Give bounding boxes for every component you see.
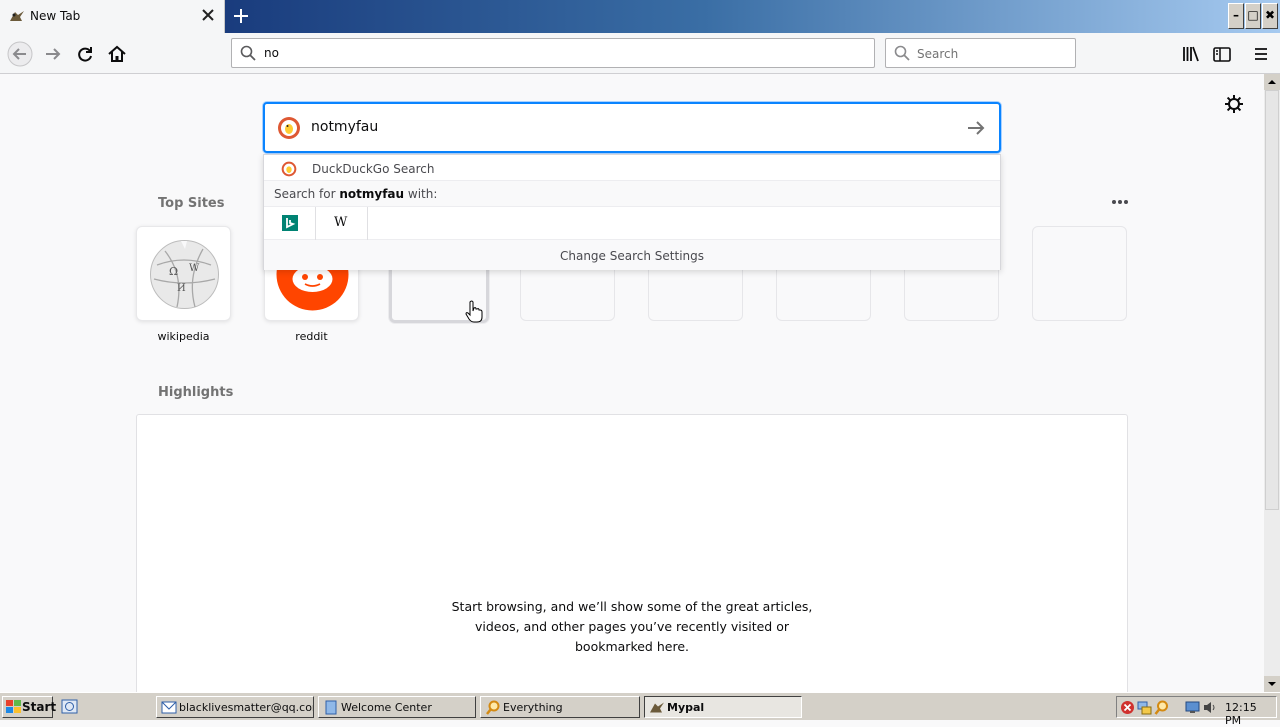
new-tab-page: Top Sites Ω W И wikipedia reddit notmyfa [0,74,1264,704]
taskbar-item-email[interactable]: blacklivesmatter@qq.com [156,696,314,718]
forward-icon[interactable] [40,41,66,67]
new-tab-button[interactable] [230,5,252,27]
menu-icon[interactable] [1248,41,1274,67]
gear-icon[interactable] [1224,94,1244,114]
title-bar: New Tab – □ ✖ [0,0,1280,33]
top-sites-title: Top Sites [158,196,225,211]
change-search-settings-label: Change Search Settings [559,249,705,263]
taskbar-item-mypal[interactable]: Mypal [644,696,802,718]
bing-engine-button[interactable] [264,207,316,240]
top-site-wikipedia[interactable]: Ω W И [136,226,231,321]
security-alert-icon[interactable] [1120,700,1135,715]
new-tab-search-input[interactable]: notmyfau [263,102,1001,153]
scroll-thumb[interactable] [1265,90,1279,510]
search-for-row: Search for notmyfau with: [264,181,1000,207]
duckduckgo-icon [278,117,300,139]
start-label: Start [22,700,57,714]
back-icon[interactable] [7,41,33,67]
search-tray-icon[interactable] [1154,700,1169,715]
reload-icon[interactable] [72,41,98,67]
close-window-button[interactable]: ✖ [1262,3,1278,29]
top-site-label: wikipedia [157,330,210,343]
scroll-down-arrow[interactable] [1264,676,1280,692]
suggestion-duckduckgo[interactable]: DuckDuckGo Search [264,155,1000,181]
svg-text:W: W [189,263,200,274]
taskbar: Start blacklivesmatter@qq.com Welcome Ce… [0,692,1280,727]
minimize-button[interactable]: – [1228,3,1244,29]
taskbar-item-everything[interactable]: Everything [480,696,640,718]
mypal-icon [10,11,24,21]
mypal-icon [650,702,664,713]
wikipedia-logo-icon: Ω W И [150,240,219,309]
windows-logo-icon [6,700,21,713]
scroll-up-arrow[interactable] [1264,74,1280,90]
search-for-text: Search for notmyfau with: [274,187,438,201]
system-tray: 12:15 PM [1116,696,1277,727]
go-arrow-icon[interactable] [965,118,987,138]
address-bar[interactable]: no [231,38,875,68]
search-bar-placeholder: Search [917,47,959,61]
change-search-settings-button[interactable]: Change Search Settings [264,240,1000,270]
suggestion-label: DuckDuckGo Search [312,162,435,176]
start-button[interactable]: Start [2,696,57,718]
library-icon[interactable] [1178,41,1204,67]
volume-icon[interactable] [1202,700,1217,715]
close-tab-icon[interactable] [200,7,216,23]
show-desktop-icon[interactable] [61,698,78,715]
clock: 12:15 PM [1225,701,1257,727]
address-bar-value: no [264,46,279,60]
duckduckgo-icon [281,161,297,177]
window-icon [325,700,337,715]
highlights-empty-message: Start browsing, and we’ll show some of t… [451,599,813,654]
taskbar-item-welcome-center[interactable]: Welcome Center [318,696,476,718]
navigation-toolbar: no Search [0,33,1280,74]
magnifier-icon [486,700,500,715]
home-icon[interactable] [104,41,130,67]
svg-text:И: И [177,283,186,294]
restore-button[interactable]: □ [1245,3,1261,29]
highlights-title: Highlights [158,385,234,400]
search-icon [240,45,256,61]
network-icon[interactable] [1137,700,1152,715]
top-site-empty[interactable] [1032,226,1127,321]
tab-title: New Tab [30,9,81,23]
highlights-panel: Start browsing, and we’ll show some of t… [136,414,1128,704]
vertical-scrollbar[interactable] [1264,74,1280,692]
monitor-icon[interactable] [1185,700,1200,715]
bing-icon [282,215,298,231]
top-site-label: reddit [295,330,328,343]
triangle-down-icon [1268,682,1276,686]
wikipedia-engine-button[interactable]: W [316,207,368,240]
more-options-icon[interactable] [1110,195,1130,209]
one-off-engines: W [264,207,1000,240]
email-icon [161,701,177,714]
triangle-up-icon [1268,80,1276,84]
search-suggestions-popup: DuckDuckGo Search Search for notmyfau wi… [263,154,1001,270]
search-bar[interactable]: Search [885,38,1076,68]
search-icon [894,45,910,61]
svg-text:Ω: Ω [169,265,178,278]
sidebar-icon[interactable] [1209,41,1235,67]
new-tab-search-value: notmyfau [311,119,379,135]
tab-new-tab[interactable]: New Tab [0,0,225,33]
hand-cursor-icon [465,300,483,323]
wikipedia-w-icon: W [334,215,348,230]
